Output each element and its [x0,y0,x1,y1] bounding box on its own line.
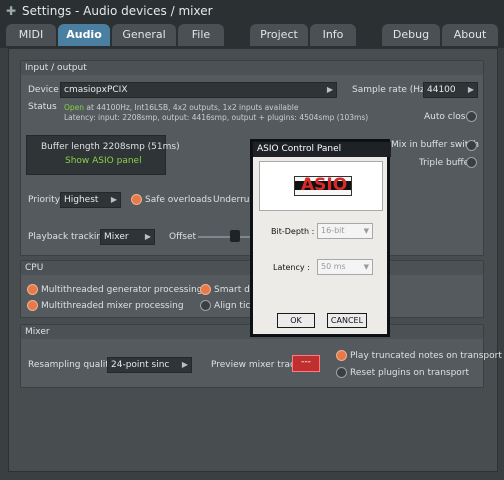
resampling-quality-value: 24-point sinc [111,360,170,370]
tab-project[interactable]: Project [250,24,308,46]
bit-depth-select[interactable]: 16-bit ▼ [317,223,373,239]
tab-debug[interactable]: Debug [382,24,440,46]
triple-buffer-label: Triple buffer [419,158,473,168]
safe-overloads-label: Safe overloads [145,195,212,205]
resampling-quality-select[interactable]: 24-point sinc ▶ [107,357,192,373]
multithreaded-mixer-label: Multithreaded mixer processing [41,301,184,311]
resampling-quality-label: Resampling quality [28,360,115,370]
chevron-right-icon: ▶ [467,85,474,94]
chevron-right-icon: ▶ [326,85,333,94]
auto-close-toggle[interactable] [466,111,477,122]
chevron-down-icon: ▼ [363,263,369,271]
reset-plugins-label: Reset plugins on transport [350,368,470,378]
align-tick-toggle[interactable] [200,300,211,311]
tab-label: General [122,28,166,41]
bit-depth-value: 16-bit [321,226,345,235]
multithreaded-mixer-toggle[interactable] [27,300,38,311]
sample-rate-label: Sample rate (Hz) [352,85,429,95]
tab-label: MIDI [18,28,44,41]
chevron-right-icon: ▶ [181,360,188,369]
asio-logo: ASIO [294,175,352,196]
sample-rate-select[interactable]: 44100 ▶ [423,82,478,98]
section-header: Input / output [21,61,483,75]
tab-info[interactable]: Info [310,24,356,46]
tab-general[interactable]: General [112,24,176,46]
tab-label: Audio [66,28,102,41]
smart-disable-toggle[interactable] [200,284,211,295]
asio-control-panel-dialog: ASIO Control Panel ASIO Bit-Depth : 16-b… [252,141,391,335]
dialog-title: ASIO Control Panel [253,142,391,157]
latency-value: 50 ms [321,262,346,271]
device-label: Device [28,85,59,95]
reset-plugins-toggle[interactable] [336,367,347,378]
tab-label: Debug [392,28,430,41]
device-value: cmasiopxPCIX [64,85,128,95]
auto-close-label: Auto close [424,112,471,122]
playback-tracking-select[interactable]: Mixer ▶ [100,229,155,245]
preview-mixer-track-button[interactable]: --- [292,355,320,372]
tab-audio[interactable]: Audio [58,24,110,46]
tab-midi[interactable]: MIDI [6,24,56,46]
device-select[interactable]: cmasiopxPCIX ▶ [60,82,337,98]
priority-value: Highest [64,195,99,205]
title-bar: ✚ Settings - Audio devices / mixer [0,0,504,22]
tab-about[interactable]: About [442,24,498,46]
preview-mixer-track-label: Preview mixer track [211,360,301,370]
status-text-line1: Open at 44100Hz, Int16LSB, 4x2 outputs, … [64,103,298,112]
show-asio-panel-button[interactable]: Show ASIO panel [65,156,142,166]
bit-depth-label: Bit-Depth : [271,227,315,236]
status-open: Open [64,103,85,112]
offset-slider-track[interactable] [198,236,250,238]
latency-select[interactable]: 50 ms ▼ [317,259,373,275]
cancel-button[interactable]: CANCEL [327,313,367,328]
offset-slider-knob[interactable] [230,230,240,242]
chevron-right-icon: ▶ [144,232,151,241]
status-label: Status [28,102,57,112]
tab-label: Project [260,28,298,41]
ok-button[interactable]: OK [277,313,315,328]
sample-rate-value: 44100 [427,85,456,95]
playback-tracking-label: Playback tracking [28,232,108,242]
playback-tracking-value: Mixer [104,232,129,242]
latency-label: Latency : [273,263,310,272]
play-truncated-toggle[interactable] [336,350,347,361]
priority-label: Priority [28,195,61,205]
multithreaded-generator-toggle[interactable] [27,284,38,295]
window-title: Settings - Audio devices / mixer [22,4,213,18]
play-truncated-label: Play truncated notes on transport [350,351,502,361]
tab-file[interactable]: File [178,24,224,46]
move-icon[interactable]: ✚ [6,4,16,18]
chevron-right-icon: ▶ [110,195,117,204]
tab-label: About [453,28,487,41]
safe-overloads-toggle[interactable] [131,194,142,205]
buffer-length-text: Buffer length 2208smp (51ms) [41,142,180,152]
buffer-length-control[interactable]: Buffer length 2208smp (51ms) Show ASIO p… [26,135,180,175]
asio-logo-frame: ASIO [259,161,383,211]
multithreaded-generator-label: Multithreaded generator processing [41,285,203,295]
asio-logo-text: ASIO [301,175,348,195]
tab-label: Info [322,28,344,41]
status-text-line2: Latency: input: 2208smp, output: 4416smp… [64,113,369,122]
status-detail: at 44100Hz, Int16LSB, 4x2 outputs, 1x2 i… [84,103,299,112]
offset-label: Offset [169,232,197,242]
priority-select[interactable]: Highest ▶ [60,192,121,208]
chevron-down-icon: ▼ [363,227,369,235]
tab-label: File [191,28,211,41]
mix-in-buffer-toggle[interactable] [466,140,477,151]
triple-buffer-toggle[interactable] [466,157,477,168]
